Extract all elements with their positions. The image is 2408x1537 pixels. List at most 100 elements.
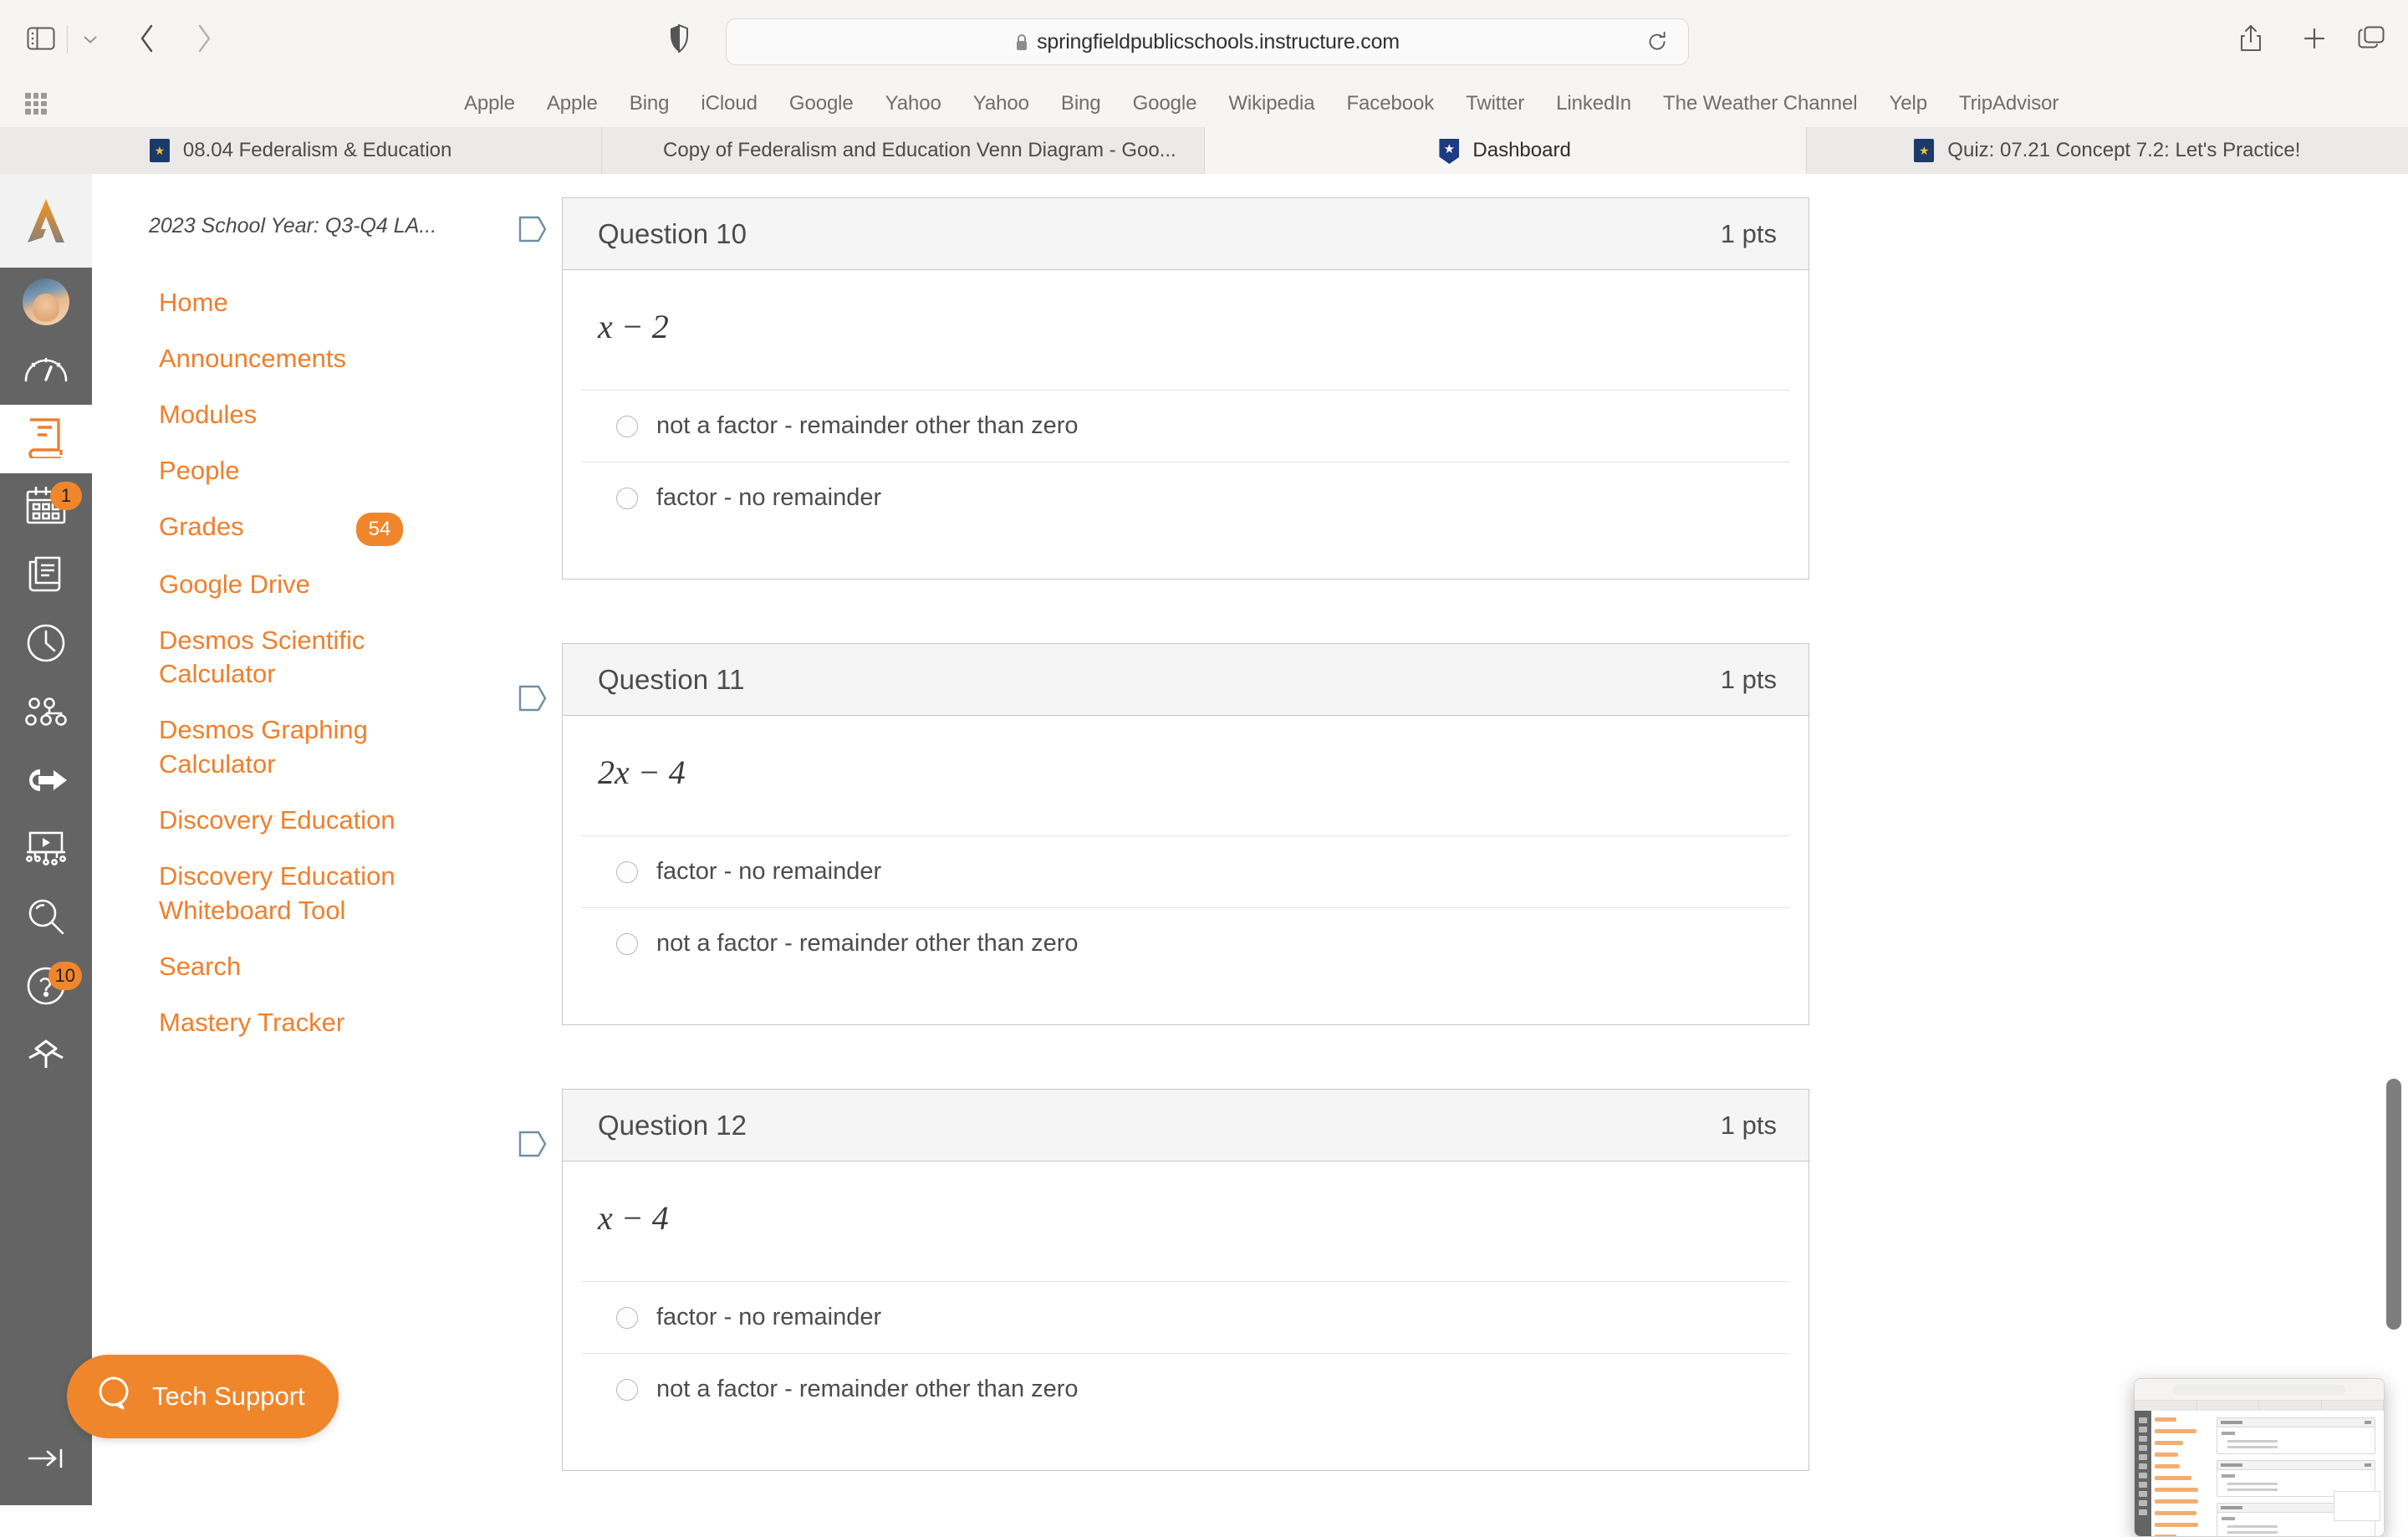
answer-option[interactable]: not a factor - remainder other than zero: [581, 907, 1790, 979]
course-nav-item-discovery-education[interactable]: Discovery Education: [110, 793, 492, 849]
preview-question-card: [2217, 1417, 2375, 1454]
tech-support-button[interactable]: Tech Support: [67, 1355, 339, 1438]
forward-arrow-icon[interactable]: [184, 18, 224, 59]
course-nav-item-desmos-scientific[interactable]: Desmos Scientific Calculator: [110, 613, 492, 703]
reload-icon[interactable]: [1643, 28, 1671, 56]
bookmark-facebook[interactable]: Facebook: [1331, 92, 1451, 115]
browser-tab-quiz[interactable]: ★ Quiz: 07.21 Concept 7.2: Let's Practic…: [1807, 127, 2408, 174]
privacy-shield-icon[interactable]: [661, 18, 697, 59]
gnav-item-commons[interactable]: [0, 748, 92, 816]
gnav-item-account[interactable]: [0, 268, 92, 336]
flag-bookmark-icon[interactable]: [517, 682, 554, 718]
radio-button[interactable]: [616, 1306, 638, 1329]
browser-tab-dashboard[interactable]: ★ Dashboard: [1204, 127, 1807, 174]
course-nav-label: Modules: [159, 399, 258, 429]
apps-grid-icon[interactable]: [25, 93, 47, 115]
question-body: x − 4 factor - no remainder not a factor…: [563, 1162, 1809, 1470]
answer-option[interactable]: factor - no remainder: [581, 462, 1790, 534]
quiz-questions-list: Question 10 1 pts x − 2 not a factor - r…: [510, 174, 2375, 1505]
bookmark-twitter[interactable]: Twitter: [1450, 92, 1540, 115]
bookmark-google-2[interactable]: Google: [1117, 92, 1213, 115]
answer-option[interactable]: factor - no remainder: [581, 835, 1790, 907]
question-card: Question 12 1 pts x − 4 factor - no rema…: [562, 1089, 1809, 1471]
question-title: Question 11: [598, 663, 745, 695]
back-arrow-icon[interactable]: [127, 18, 167, 59]
preview-nested-thumbnail: [2334, 1491, 2380, 1521]
sidebar-toggle-icon[interactable]: [22, 22, 60, 55]
course-nav-label: Grades: [159, 511, 244, 541]
course-nav-label: Announcements: [159, 343, 347, 373]
gauge-icon: [23, 352, 69, 390]
page-scrollbar[interactable]: [2386, 1079, 2401, 1330]
answer-option[interactable]: not a factor - remainder other than zero: [581, 390, 1790, 462]
course-nav-item-modules[interactable]: Modules: [110, 387, 492, 443]
chevron-down-icon[interactable]: [74, 25, 107, 54]
gnav-item-groups[interactable]: [0, 679, 92, 748]
collapse-arrow-icon[interactable]: [0, 1433, 92, 1483]
course-nav-item-search[interactable]: Search: [110, 939, 492, 995]
course-nav-label: Google Drive: [159, 569, 310, 599]
course-nav-item-announcements[interactable]: Announcements: [110, 331, 492, 387]
answer-label: factor - no remainder: [656, 484, 882, 511]
course-nav-item-grades[interactable]: Grades 54: [110, 499, 492, 557]
preview-browser-chrome: [2135, 1379, 2384, 1401]
share-icon[interactable]: [2231, 18, 2271, 59]
flag-bookmark-icon[interactable]: [517, 212, 554, 249]
course-nav-item-desmos-graphing[interactable]: Desmos Graphing Calculator: [110, 702, 492, 793]
bookmark-yelp[interactable]: Yelp: [1874, 92, 1943, 115]
gnav-item-inbox[interactable]: [0, 542, 92, 610]
course-nav-label: Home: [159, 288, 228, 317]
gnav-item-calendar[interactable]: 1: [0, 473, 92, 542]
google-docs-favicon: [630, 139, 651, 162]
canvas-logo-icon[interactable]: [0, 174, 92, 268]
book-icon: [27, 416, 65, 462]
bookmark-bing-2[interactable]: Bing: [1045, 92, 1117, 115]
bookmark-bing-1[interactable]: Bing: [614, 92, 686, 115]
bookmark-apple-1[interactable]: Apple: [448, 92, 531, 115]
gnav-item-history[interactable]: [0, 610, 92, 679]
plus-icon[interactable]: [2294, 18, 2334, 59]
address-bar[interactable]: springfieldpublicschools.instructure.com: [726, 18, 1689, 65]
question-expression: x − 4: [598, 1199, 669, 1237]
course-term-label: 2023 School Year: Q3-Q4 LA...: [149, 214, 437, 237]
bookmark-weather[interactable]: The Weather Channel: [1647, 92, 1873, 115]
flag-bookmark-icon[interactable]: [517, 1127, 554, 1164]
browser-tab-venn-diagram[interactable]: Copy of Federalism and Education Venn Di…: [602, 127, 1205, 174]
gnav-badge-inbox: 1: [50, 482, 82, 510]
course-nav-label: Desmos Scientific Calculator: [159, 625, 365, 689]
question-title: Question 12: [598, 1109, 747, 1141]
course-nav-item-discovery-whiteboard[interactable]: Discovery Education Whiteboard Tool: [110, 849, 492, 939]
radio-button[interactable]: [616, 1378, 638, 1401]
radio-button[interactable]: [616, 415, 638, 437]
tab-overview-icon[interactable]: [2351, 18, 2391, 59]
bookmark-google-1[interactable]: Google: [773, 92, 870, 115]
radio-button[interactable]: [616, 487, 638, 509]
page-content: 1 10 2023 School Year: Q3-Q4 LA... Home …: [0, 174, 2408, 1537]
radio-button[interactable]: [616, 932, 638, 955]
screenshot-thumbnail-preview[interactable]: [2134, 1378, 2385, 1537]
grades-badge: 54: [356, 512, 403, 546]
bookmark-tripadvisor[interactable]: TripAdvisor: [1943, 92, 2074, 115]
gnav-item-resources[interactable]: [0, 1022, 92, 1090]
gnav-item-studio[interactable]: [0, 816, 92, 885]
bookmark-icloud[interactable]: iCloud: [685, 92, 773, 115]
gnav-item-courses[interactable]: [0, 405, 92, 473]
question-block: Question 11 1 pts 2x − 4 factor - no rem…: [510, 643, 2375, 1025]
browser-tab-federalism[interactable]: ★ 08.04 Federalism & Education: [0, 127, 603, 174]
gnav-item-search[interactable]: [0, 885, 92, 953]
bookmark-yahoo-2[interactable]: Yahoo: [957, 92, 1045, 115]
course-nav-item-people[interactable]: People: [110, 443, 492, 499]
answer-option[interactable]: factor - no remainder: [581, 1281, 1790, 1353]
bookmark-wikipedia[interactable]: Wikipedia: [1212, 92, 1330, 115]
course-nav-item-google-drive[interactable]: Google Drive: [110, 557, 492, 613]
answer-option[interactable]: not a factor - remainder other than zero: [581, 1353, 1790, 1425]
course-nav-item-mastery-tracker[interactable]: Mastery Tracker: [110, 995, 492, 1051]
bookmark-apple-2[interactable]: Apple: [531, 92, 614, 115]
radio-button[interactable]: [616, 860, 638, 883]
bookmark-linkedin[interactable]: LinkedIn: [1540, 92, 1647, 115]
gnav-item-dashboard[interactable]: [0, 336, 92, 405]
bookmark-yahoo-1[interactable]: Yahoo: [870, 92, 957, 115]
gnav-item-help[interactable]: 10: [0, 953, 92, 1022]
course-nav-label: People: [159, 455, 240, 485]
course-nav-item-home[interactable]: Home: [110, 275, 492, 331]
